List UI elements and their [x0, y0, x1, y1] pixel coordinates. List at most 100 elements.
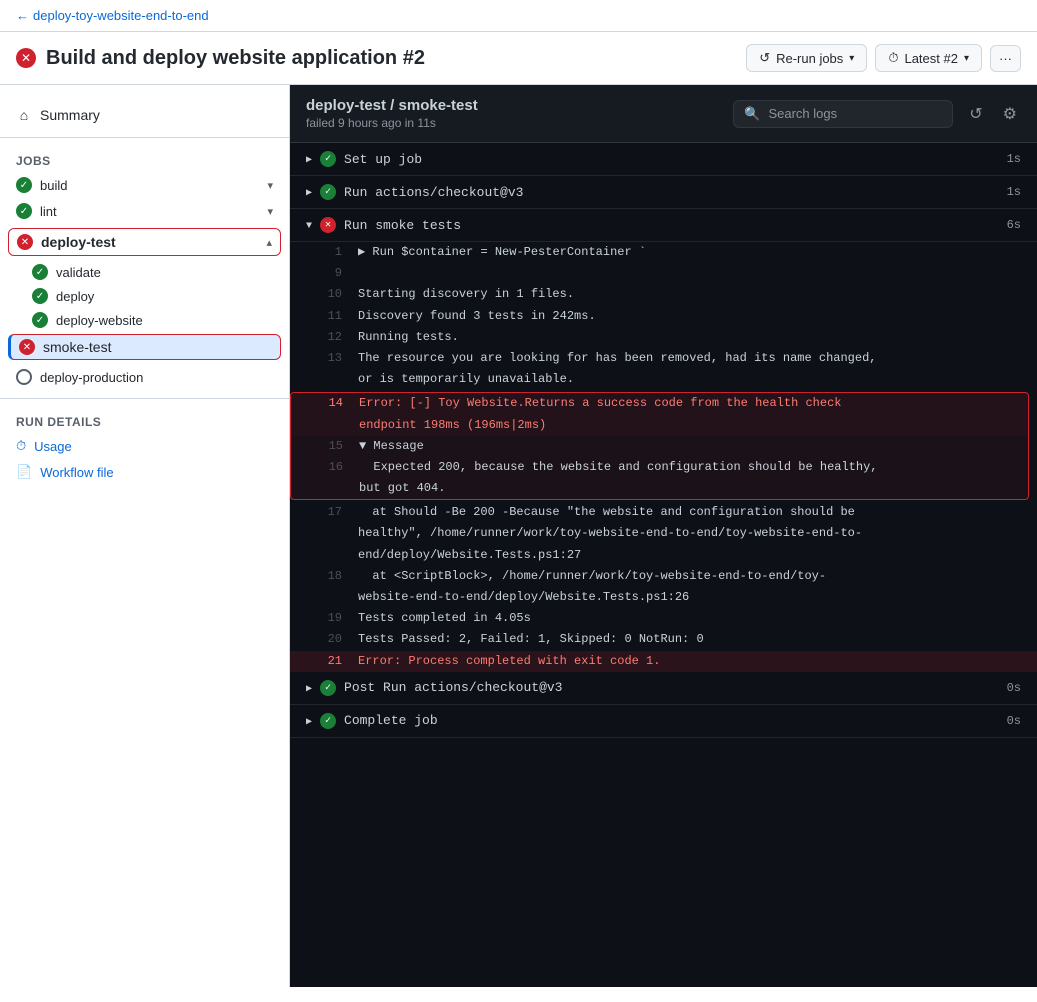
step-post-checkout-toggle-icon	[306, 681, 312, 695]
log-header: deploy-test / smoke-test failed 9 hours …	[290, 85, 1037, 143]
settings-icon-button[interactable]: ⚙	[999, 100, 1021, 128]
step-complete-success-icon: ✓	[320, 713, 336, 729]
log-line-20[interactable]: 20 Tests Passed: 2, Failed: 1, Skipped: …	[290, 629, 1037, 650]
step-checkout: ✓ Run actions/checkout@v3 1s	[290, 176, 1037, 209]
error-highlight-box: 14 Error: [-] Toy Website.Returns a succ…	[290, 392, 1029, 500]
home-icon	[16, 107, 32, 123]
step-checkout-toggle-icon	[306, 185, 312, 199]
deploy-test-caret-icon: ▴	[266, 236, 272, 249]
step-setup-toggle-icon	[306, 152, 312, 166]
step-setup-job: ✓ Set up job 1s	[290, 143, 1037, 176]
log-line-17b[interactable]: healthy", /home/runner/work/toy-website-…	[290, 523, 1037, 544]
step-smoke-error-icon: ✕	[320, 217, 336, 233]
step-complete-job-header[interactable]: ✓ Complete job 0s	[290, 705, 1037, 738]
validate-success-icon: ✓	[32, 264, 48, 280]
more-options-button[interactable]: ···	[990, 45, 1021, 72]
deploy-success-icon: ✓	[32, 288, 48, 304]
build-status-icon: ✕	[16, 48, 36, 68]
run-details-label: Run details	[0, 407, 289, 433]
step-smoke-toggle-icon	[306, 218, 312, 232]
log-job-path: deploy-test / smoke-test	[306, 97, 478, 114]
step-checkout-time: 1s	[1007, 185, 1021, 199]
sub-job-deploy[interactable]: ✓ deploy	[0, 284, 289, 308]
step-smoke-time: 6s	[1007, 218, 1021, 232]
sidebar: Summary Jobs ✓ build ▾ ✓ lint ▾ ✕ deploy…	[0, 85, 290, 987]
log-line-21[interactable]: 21 Error: Process completed with exit co…	[290, 651, 1037, 672]
log-line-1[interactable]: 1 ▶ Run $container = New-PesterContainer…	[290, 242, 1037, 263]
log-line-16a[interactable]: 16 Expected 200, because the website and…	[291, 457, 1028, 478]
log-line-11[interactable]: 11 Discovery found 3 tests in 242ms.	[290, 306, 1037, 327]
step-complete-name: Complete job	[344, 713, 999, 728]
deploy-test-error-icon: ✕	[17, 234, 33, 250]
step-setup-time: 1s	[1007, 152, 1021, 166]
log-line-13b[interactable]: or is temporarily unavailable.	[290, 369, 1037, 390]
log-line-19[interactable]: 19 Tests completed in 4.05s	[290, 608, 1037, 629]
step-post-checkout-name: Post Run actions/checkout@v3	[344, 680, 999, 695]
smoke-test-error-icon: ✕	[19, 339, 35, 355]
step-setup-name: Set up job	[344, 152, 999, 167]
log-line-18a[interactable]: 18 at <ScriptBlock>, /home/runner/work/t…	[290, 566, 1037, 587]
step-post-checkout-success-icon: ✓	[320, 680, 336, 696]
step-complete-job: ✓ Complete job 0s	[290, 705, 1037, 738]
smoke-log-lines: 1 ▶ Run $container = New-PesterContainer…	[290, 242, 1037, 672]
back-link[interactable]: ← deploy-toy-website-end-to-end	[16, 8, 209, 23]
log-line-14a[interactable]: 14 Error: [-] Toy Website.Returns a succ…	[291, 393, 1028, 414]
arrow-left-icon: ←	[16, 8, 29, 23]
job-deploy-production[interactable]: deploy-production	[0, 364, 289, 390]
log-line-17a[interactable]: 17 at Should -Be 200 -Because "the websi…	[290, 502, 1037, 523]
search-icon: 🔍	[744, 106, 760, 122]
history-icon: ⏱	[888, 50, 898, 66]
workflow-file-icon: 📄	[16, 464, 32, 480]
clock-icon: ⏱	[16, 438, 26, 454]
step-smoke-name: Run smoke tests	[344, 218, 999, 233]
step-post-checkout: ✓ Post Run actions/checkout@v3 0s	[290, 672, 1037, 705]
log-line-14b[interactable]: endpoint 198ms (196ms|2ms)	[291, 415, 1028, 436]
log-line-15[interactable]: 15 ▼ Message	[291, 436, 1028, 457]
step-checkout-name: Run actions/checkout@v3	[344, 185, 999, 200]
log-line-13a[interactable]: 13 The resource you are looking for has …	[290, 348, 1037, 369]
log-line-10[interactable]: 10 Starting discovery in 1 files.	[290, 284, 1037, 305]
job-deploy-test[interactable]: ✕ deploy-test ▴	[8, 228, 281, 256]
log-line-9[interactable]: 9	[290, 263, 1037, 284]
rerun-jobs-button[interactable]: ↺ Re-run jobs ▾	[746, 44, 867, 72]
log-panel: deploy-test / smoke-test failed 9 hours …	[290, 85, 1037, 987]
sub-job-deploy-website[interactable]: ✓ deploy-website	[0, 308, 289, 332]
log-line-17c[interactable]: end/deploy/Website.Tests.ps1:27	[290, 545, 1037, 566]
job-build[interactable]: ✓ build ▾	[0, 172, 289, 198]
latest-button[interactable]: ⏱ Latest #2 ▾	[875, 44, 982, 72]
step-setup-job-header[interactable]: ✓ Set up job 1s	[290, 143, 1037, 176]
sidebar-item-summary[interactable]: Summary	[0, 101, 289, 129]
log-line-18b[interactable]: website-end-to-end/deploy/Website.Tests.…	[290, 587, 1037, 608]
latest-caret-icon: ▾	[964, 53, 969, 64]
step-complete-time: 0s	[1007, 714, 1021, 728]
log-line-16b[interactable]: but got 404.	[291, 478, 1028, 499]
step-smoke-tests-header[interactable]: ✕ Run smoke tests 6s	[290, 209, 1037, 242]
search-input[interactable]	[768, 106, 942, 121]
log-content: ✓ Set up job 1s ✓ Run actions/checkout@v…	[290, 143, 1037, 738]
step-smoke-tests: ✕ Run smoke tests 6s 1 ▶ Run $container …	[290, 209, 1037, 672]
log-job-status: failed 9 hours ago in 11s	[306, 116, 478, 130]
deploy-production-pending-icon	[16, 369, 32, 385]
deploy-website-success-icon: ✓	[32, 312, 48, 328]
build-success-icon: ✓	[16, 177, 32, 193]
build-caret-icon: ▾	[267, 179, 273, 192]
step-setup-success-icon: ✓	[320, 151, 336, 167]
step-post-checkout-time: 0s	[1007, 681, 1021, 695]
rerun-icon: ↺	[759, 50, 770, 66]
step-complete-toggle-icon	[306, 714, 312, 728]
jobs-section-label: Jobs	[0, 146, 289, 172]
workflow-file-link[interactable]: 📄 Workflow file	[0, 459, 289, 485]
usage-link[interactable]: ⏱ Usage	[0, 433, 289, 459]
page-title: Build and deploy website application #2	[46, 47, 425, 70]
lint-caret-icon: ▾	[267, 205, 273, 218]
sub-job-smoke-test[interactable]: ✕ smoke-test	[8, 334, 281, 360]
search-box[interactable]: 🔍	[733, 100, 953, 128]
sub-job-validate[interactable]: ✓ validate	[0, 260, 289, 284]
step-checkout-header[interactable]: ✓ Run actions/checkout@v3 1s	[290, 176, 1037, 209]
step-checkout-success-icon: ✓	[320, 184, 336, 200]
refresh-icon-button[interactable]: ↺	[965, 100, 986, 128]
step-post-checkout-header[interactable]: ✓ Post Run actions/checkout@v3 0s	[290, 672, 1037, 705]
job-lint[interactable]: ✓ lint ▾	[0, 198, 289, 224]
rerun-caret-icon: ▾	[849, 53, 854, 64]
log-line-12[interactable]: 12 Running tests.	[290, 327, 1037, 348]
